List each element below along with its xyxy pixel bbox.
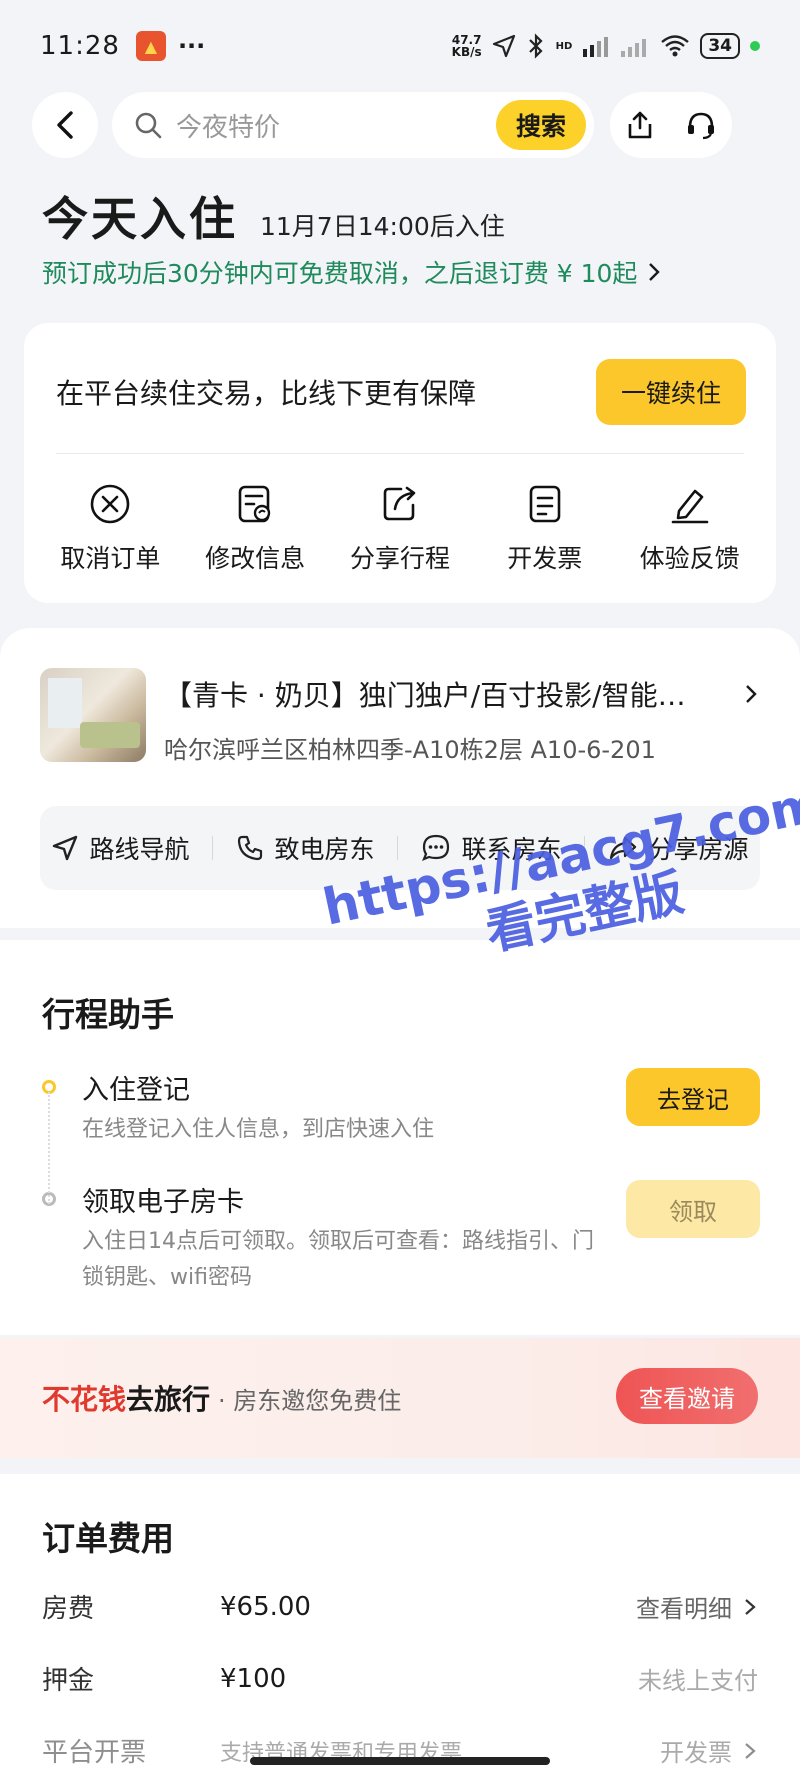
renew-button[interactable]: 一键续住	[596, 359, 746, 425]
hd-label: HD	[555, 40, 573, 52]
quick-label: 体验反馈	[639, 544, 740, 573]
checkin-register-step: 入住登记 在线登记入住人信息，到店快速入住 去登记	[42, 1068, 760, 1168]
more-notifications-icon: ···	[177, 32, 206, 60]
step-title: 领取电子房卡	[82, 1187, 244, 1218]
chevron-right-icon	[746, 685, 757, 703]
checkin-header: 今天入住 11月7日14:00后入住	[42, 183, 505, 249]
status-icons: 47.7 KB/s HD 34	[452, 33, 760, 59]
status-bar: 11:28 ▲ ··· 47.7 KB/s HD 34	[0, 0, 800, 92]
navigation-button[interactable]: 路线导航	[51, 830, 190, 866]
fee-right-label: 开发票	[660, 1739, 732, 1767]
feedback-pen-icon	[671, 489, 708, 524]
fee-value: ¥100	[220, 1663, 287, 1694]
search-icon	[135, 112, 162, 139]
listing-thumbnail	[40, 668, 146, 762]
listing-name-row: 【青卡 · 奶贝】独门独户/百寸投影/智能…	[164, 674, 760, 714]
invoice-button[interactable]: 开发票	[480, 483, 610, 575]
promo-red-text: 不花钱	[42, 1383, 127, 1416]
quick-label: 分享行程	[349, 544, 450, 573]
promo-sub-text: · 房东邀您免费住	[218, 1386, 402, 1415]
signal-2-icon	[621, 39, 647, 57]
quick-actions: 取消订单 修改信息 分享行程 开发票 体验反馈	[24, 483, 776, 575]
search-header: 今夜特价 搜索	[32, 92, 768, 158]
header-actions	[610, 92, 732, 158]
wifi-icon	[661, 35, 690, 57]
promo-banner[interactable]: 不花钱 去旅行 · 房东邀您免费住 查看邀请	[0, 1338, 800, 1458]
issue-invoice-link[interactable]: 开发票	[660, 1733, 758, 1768]
cancel-policy-link[interactable]: 预订成功后30分钟内可免费取消，之后退订费 ¥ 10起	[42, 254, 663, 290]
checkin-time: 11月7日14:00后入住	[260, 212, 505, 241]
fee-value: ¥65.00	[220, 1591, 311, 1622]
order-fees-card: 订单费用 房费 ¥65.00 查看明细 押金 ¥100 未线上支付 平台开票 支…	[0, 1474, 800, 1781]
step-title: 入住登记	[82, 1075, 190, 1106]
fee-key: 押金	[42, 1666, 95, 1696]
status-time: 11:28	[40, 31, 120, 61]
divider	[56, 453, 744, 454]
cancel-policy-text: 预订成功后30分钟内可免费取消，之后退订费 ¥ 10起	[42, 259, 638, 288]
share-trip-button[interactable]: 分享行程	[335, 483, 465, 575]
step-desc: 在线登记入住人信息，到店快速入住	[82, 1117, 435, 1142]
listing-row[interactable]: 【青卡 · 奶贝】独门独户/百寸投影/智能… 哈尔滨呼兰区柏林四季-A10栋2层…	[40, 668, 760, 765]
separator	[212, 836, 214, 860]
collect-card-button[interactable]: 领取	[626, 1180, 760, 1238]
assistant-title: 行程助手	[42, 995, 174, 1034]
register-button[interactable]: 去登记	[626, 1068, 760, 1126]
invoice-icon	[529, 485, 561, 523]
checkin-title: 今天入住	[42, 192, 238, 246]
promo-black-text: 去旅行	[126, 1383, 211, 1416]
quick-label: 修改信息	[205, 544, 306, 573]
phone-icon	[238, 835, 263, 861]
chevron-right-icon	[745, 1742, 756, 1759]
bluetooth-icon	[528, 33, 543, 59]
quick-label: 取消订单	[60, 544, 161, 573]
app-notification-icon: ▲	[135, 31, 166, 61]
cancel-circle-icon	[91, 484, 130, 524]
cancel-order-button[interactable]: 取消订单	[45, 483, 175, 575]
share-upload-icon[interactable]	[626, 110, 654, 140]
battery-indicator: 34	[700, 33, 740, 59]
search-input[interactable]: 今夜特价 搜索	[112, 92, 594, 158]
edit-info-icon	[238, 485, 271, 523]
search-placeholder: 今夜特价	[176, 112, 281, 143]
privacy-dot-icon	[750, 41, 760, 51]
search-button[interactable]: 搜索	[496, 100, 586, 150]
renew-row: 在平台续住交易，比线下更有保障 一键续住	[56, 359, 746, 425]
share-trip-icon	[383, 486, 416, 521]
contact-label: 致电房东	[274, 835, 375, 864]
customer-service-icon[interactable]	[685, 110, 717, 140]
listing-address: 哈尔滨呼兰区柏林四季-A10栋2层 A10-6-201	[164, 736, 656, 764]
fee-right-label: 查看明细	[636, 1595, 732, 1623]
listing-info: 【青卡 · 奶贝】独门独户/百寸投影/智能… 哈尔滨呼兰区柏林四季-A10栋2层…	[164, 668, 760, 765]
fee-key: 平台开票	[42, 1738, 147, 1768]
fee-key: 房费	[42, 1594, 95, 1624]
view-details-link[interactable]: 查看明细	[636, 1589, 758, 1624]
net-speed: 47.7 KB/s	[451, 33, 482, 59]
view-invite-button[interactable]: 查看邀请	[616, 1368, 758, 1424]
call-host-button[interactable]: 致电房东	[236, 830, 374, 866]
room-card-step: 领取电子房卡 入住日14点后可领取。领取后可查看：路线指引、门锁钥匙、wifi密…	[42, 1180, 760, 1300]
trip-assistant-card: 行程助手 入住登记 在线登记入住人信息，到店快速入住 去登记 领取电子房卡 入住…	[0, 940, 800, 1335]
fee-row-deposit: 押金 ¥100 未线上支付	[42, 1660, 758, 1697]
fee-row-room: 房费 ¥65.00 查看明细	[42, 1588, 758, 1625]
signal-icon	[583, 37, 609, 57]
step-connector	[48, 1092, 50, 1204]
fee-right-label: 未线上支付	[638, 1667, 758, 1695]
renew-text: 在平台续住交易，比线下更有保障	[56, 377, 477, 410]
quick-label: 开发票	[507, 544, 583, 573]
fees-title: 订单费用	[42, 1519, 174, 1558]
order-actions-card: 在平台续住交易，比线下更有保障 一键续住 取消订单 修改信息 分享行程 开发票 …	[24, 323, 776, 603]
separator	[397, 836, 399, 860]
navigation-icon	[53, 835, 78, 861]
step-desc: 入住日14点后可领取。领取后可查看：路线指引、门锁钥匙、wifi密码	[82, 1229, 594, 1290]
contact-label: 路线导航	[89, 835, 190, 864]
chevron-right-icon	[649, 263, 661, 281]
back-arrow-icon	[57, 111, 73, 139]
feedback-button[interactable]: 体验反馈	[625, 483, 755, 575]
back-button[interactable]	[32, 92, 98, 158]
location-icon	[492, 34, 515, 58]
chevron-right-icon	[745, 1598, 756, 1615]
modify-info-button[interactable]: 修改信息	[190, 483, 320, 575]
home-indicator[interactable]	[250, 1757, 550, 1765]
listing-name: 【青卡 · 奶贝】独门独户/百寸投影/智能…	[164, 679, 686, 712]
